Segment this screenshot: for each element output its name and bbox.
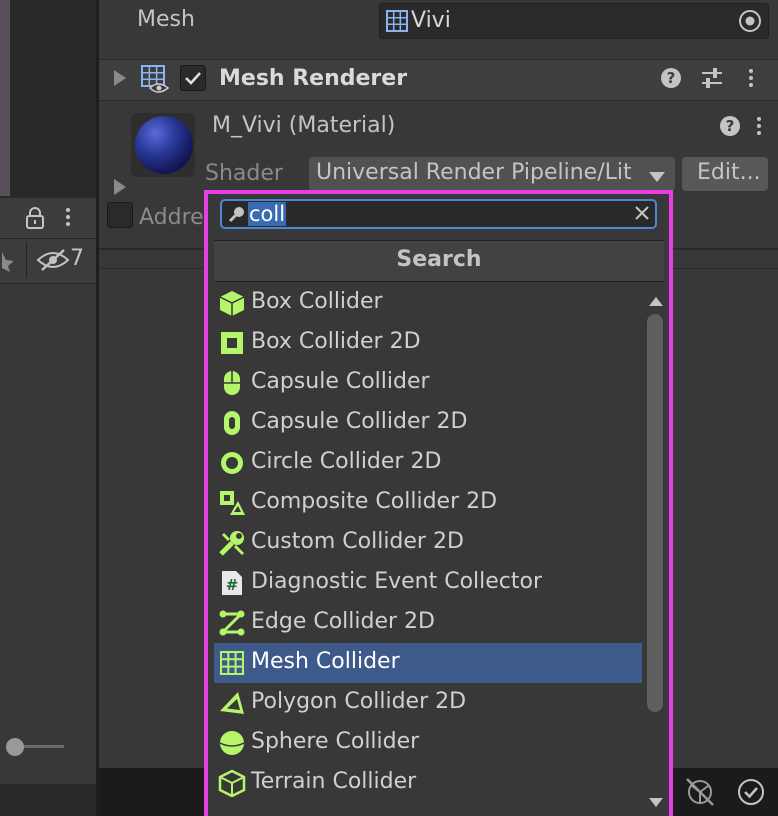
component-result-label: Composite Collider 2D: [251, 489, 498, 514]
custom-collider-2d-icon: [218, 529, 246, 557]
component-result-label: Capsule Collider: [251, 369, 430, 394]
material-foldout-icon[interactable]: [112, 177, 128, 197]
capsule-collider-icon: [218, 369, 246, 397]
search-query: coll: [248, 202, 287, 226]
favorite-star-icon[interactable]: [0, 248, 16, 272]
component-result-label: Sphere Collider: [251, 729, 420, 754]
material-sphere-thumbnail: [135, 116, 193, 174]
component-result-item[interactable]: Custom Collider 2D: [214, 523, 642, 563]
hidden-eye-icon[interactable]: [36, 248, 70, 272]
clear-search-icon[interactable]: [634, 205, 650, 221]
mesh-renderer-icon: [140, 64, 170, 94]
polygon-collider-2d-icon: [218, 689, 246, 717]
material-help-icon[interactable]: ?: [719, 115, 741, 137]
auto-generate-lighting-icon[interactable]: [684, 776, 716, 808]
popup-header-title: Search: [396, 247, 482, 272]
foldout-arrow-icon[interactable]: [112, 68, 128, 88]
component-result-item[interactable]: Polygon Collider 2D: [214, 683, 642, 723]
toolbar-separator: [26, 242, 27, 278]
component-result-item[interactable]: Composite Collider 2D: [214, 483, 642, 523]
mesh-label: Mesh: [137, 7, 195, 32]
component-result-item[interactable]: Capsule Collider: [214, 363, 642, 403]
edge-collider-2d-icon: [218, 609, 246, 637]
component-result-item[interactable]: Mesh Collider: [214, 643, 642, 683]
hidden-count: 7: [70, 246, 84, 271]
component-result-label: Terrain Collider: [251, 769, 417, 794]
component-result-label: Custom Collider 2D: [251, 529, 464, 554]
addressable-label: Addre: [139, 205, 204, 230]
component-result-label: Circle Collider 2D: [251, 449, 442, 474]
addressable-checkbox[interactable]: [107, 202, 133, 228]
component-result-label: Mesh Collider: [251, 649, 400, 674]
component-result-label: Capsule Collider 2D: [251, 409, 468, 434]
component-result-item[interactable]: Box Collider 2D: [214, 323, 642, 363]
svg-text:?: ?: [667, 69, 676, 87]
shader-value: Universal Render Pipeline/Lit: [316, 160, 632, 185]
svg-text:#: #: [226, 576, 239, 594]
shader-label: Shader: [205, 161, 283, 186]
terrain-collider-icon: [218, 769, 246, 798]
component-title: Mesh Renderer: [219, 66, 408, 91]
composite-collider-2d-icon: [218, 489, 246, 517]
panel-toolbar: [0, 198, 96, 239]
lock-icon[interactable]: [25, 206, 45, 230]
component-result-label: Box Collider 2D: [251, 329, 421, 354]
component-menu-icon[interactable]: [749, 69, 753, 90]
preset-settings-icon[interactable]: [700, 67, 724, 89]
component-result-item[interactable]: Edge Collider 2D: [214, 603, 642, 643]
component-result-item[interactable]: # Diagnostic Event Collector: [214, 563, 642, 603]
component-result-label: Diagnostic Event Collector: [251, 569, 543, 594]
help-icon[interactable]: ?: [660, 67, 682, 89]
component-result-item[interactable]: Sphere Collider: [214, 723, 642, 763]
capsule-collider-2d-icon: [218, 409, 246, 437]
mesh-renderer-enabled-checkbox[interactable]: [180, 65, 206, 91]
box-collider-icon: [218, 289, 246, 317]
material-name: M_Vivi (Material): [212, 113, 396, 138]
object-picker-icon[interactable]: [738, 9, 762, 33]
component-result-item-partial[interactable]: [214, 803, 642, 816]
mesh-value: Vivi: [411, 8, 451, 33]
circle-collider-2d-icon: [218, 449, 246, 477]
scrollbar-thumb[interactable]: [647, 314, 663, 712]
component-result-item[interactable]: Box Collider: [214, 283, 642, 323]
box-collider-2d-icon: [218, 329, 246, 357]
scene-view-edge: [0, 0, 10, 196]
zoom-slider-handle[interactable]: [6, 738, 24, 756]
scroll-down-icon[interactable]: [648, 794, 664, 807]
component-result-item[interactable]: Circle Collider 2D: [214, 443, 642, 483]
script-icon: #: [218, 569, 246, 597]
sphere-collider-icon: [218, 729, 246, 757]
scroll-up-icon[interactable]: [648, 292, 664, 306]
component-result-label: Box Collider: [251, 289, 383, 314]
svg-text:?: ?: [726, 117, 735, 135]
dropdown-arrow-icon: [648, 168, 666, 182]
status-check-icon[interactable]: [737, 778, 765, 806]
hierarchy-list: [0, 284, 96, 784]
mesh-icon: [386, 10, 408, 32]
component-result-item[interactable]: Capsule Collider 2D: [214, 403, 642, 443]
material-menu-icon[interactable]: [757, 117, 761, 138]
component-result-label: Edge Collider 2D: [251, 609, 435, 634]
checkmark-icon: [185, 72, 201, 85]
panel-menu-icon[interactable]: [66, 208, 70, 229]
component-result-label: Polygon Collider 2D: [251, 689, 467, 714]
component-result-item[interactable]: Terrain Collider: [214, 763, 642, 803]
mesh-collider-icon: [218, 649, 246, 677]
search-icon: [228, 205, 246, 223]
edit-button-label: Edit...: [697, 160, 761, 185]
